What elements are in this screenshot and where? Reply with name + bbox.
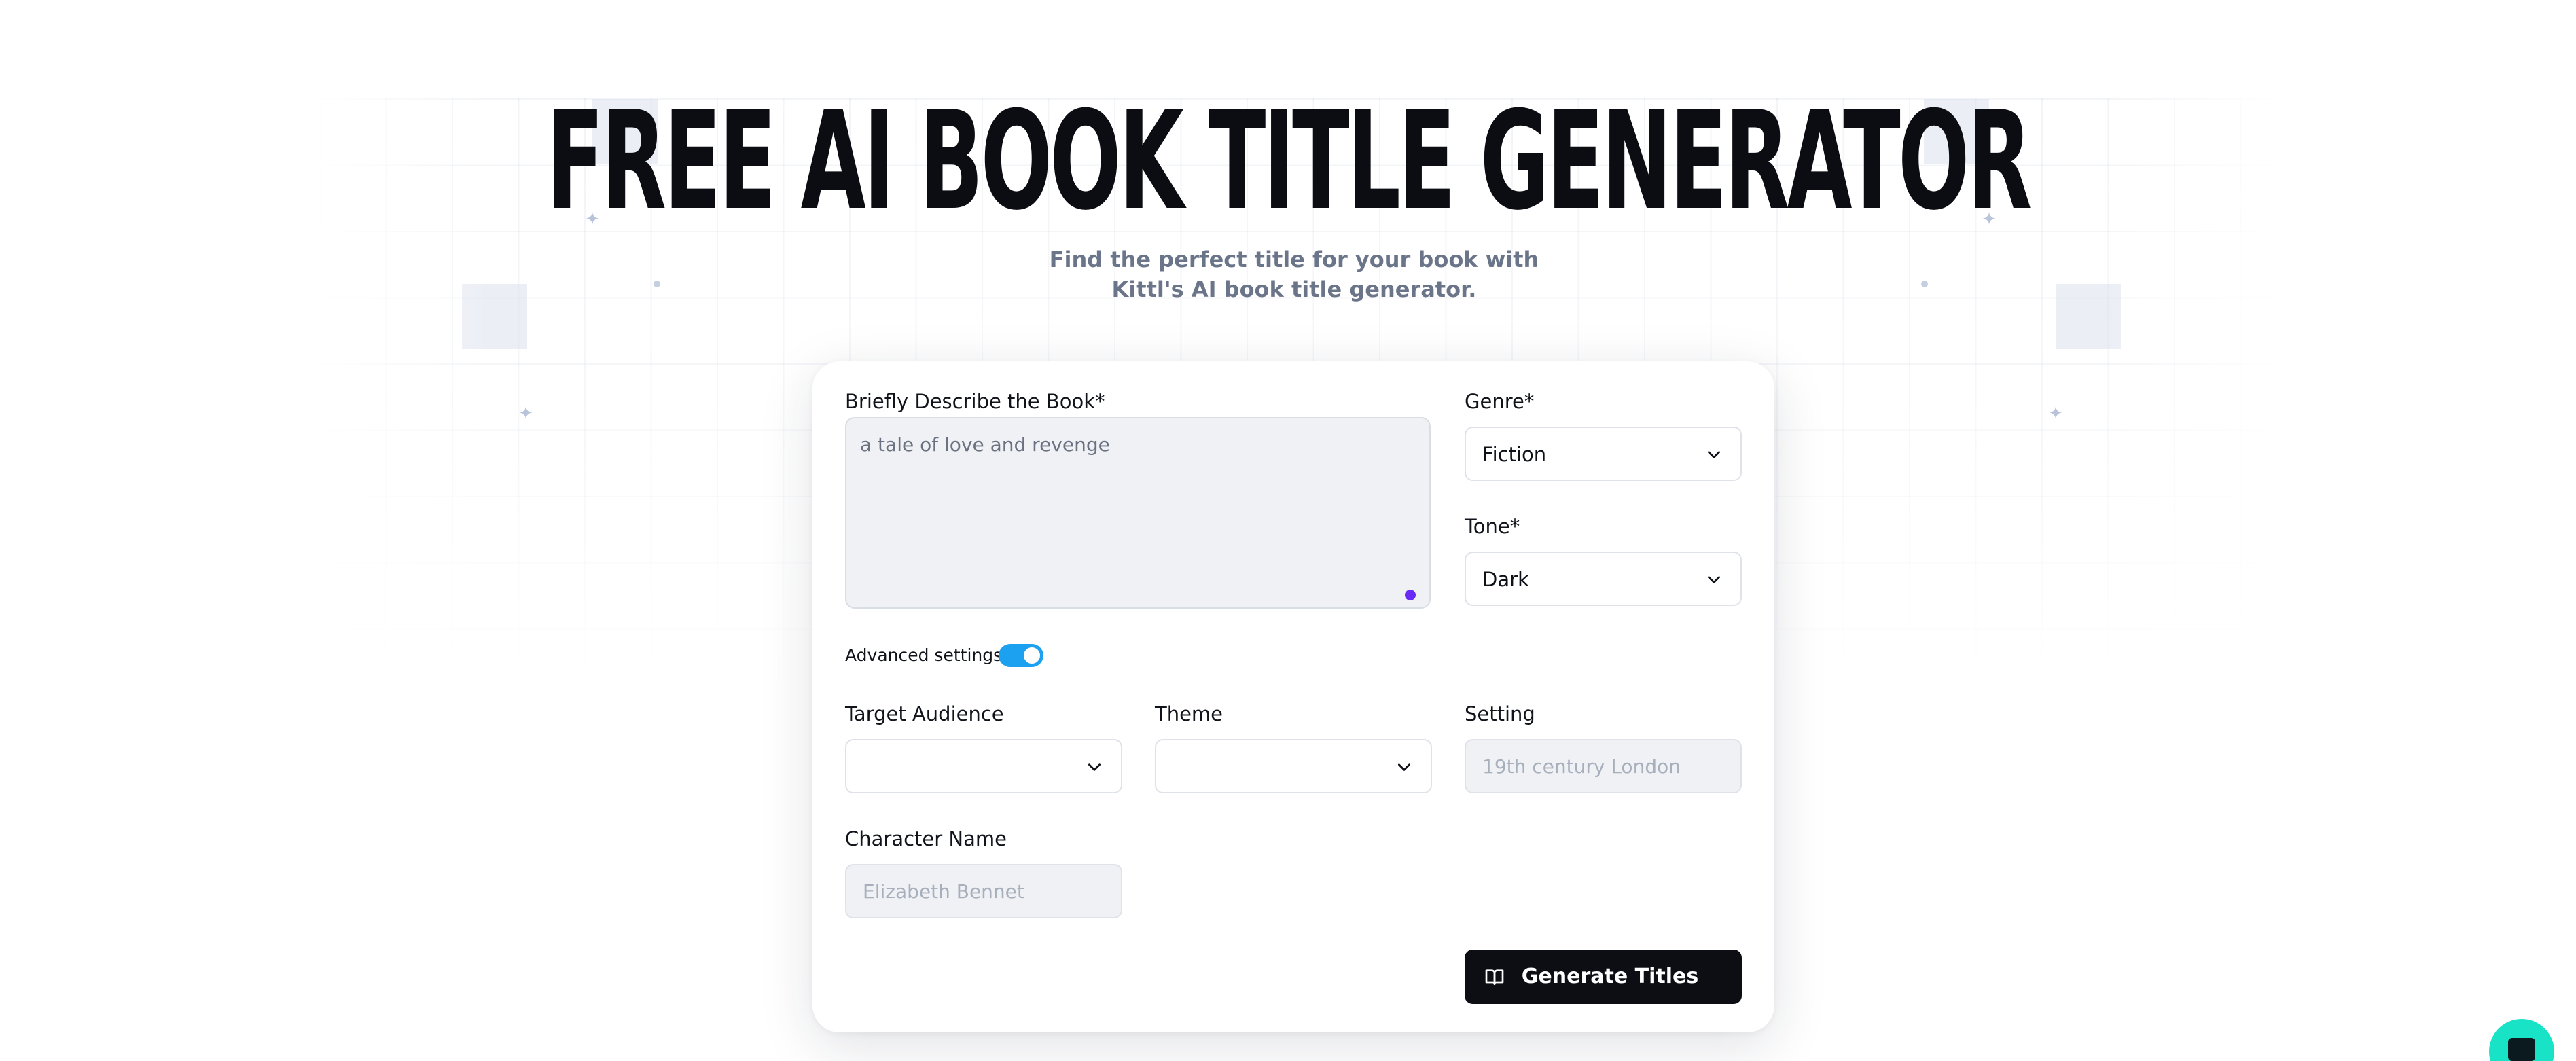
character-name-placeholder: Elizabeth Bennet bbox=[863, 880, 1024, 903]
setting-label: Setting bbox=[1465, 702, 1535, 725]
grid-fade-right bbox=[2106, 98, 2283, 683]
generate-titles-button[interactable]: Generate Titles bbox=[1465, 950, 1742, 1004]
setting-input[interactable]: 19th century London bbox=[1465, 739, 1742, 793]
grid-dot bbox=[654, 281, 660, 287]
description-label: Briefly Describe the Book* bbox=[845, 390, 1105, 413]
sparkle-icon: ✦ bbox=[518, 403, 533, 423]
genre-select[interactable]: Fiction bbox=[1465, 427, 1742, 481]
tone-value: Dark bbox=[1482, 568, 1529, 591]
genre-label: Genre* bbox=[1465, 390, 1535, 413]
tone-label: Tone* bbox=[1465, 515, 1520, 538]
target-audience-select[interactable] bbox=[845, 739, 1122, 793]
chat-widget-button[interactable] bbox=[2489, 1019, 2554, 1061]
page-title: FREE AI BOOK TITLE GENERATOR bbox=[546, 82, 2033, 240]
theme-label: Theme bbox=[1155, 702, 1223, 725]
page: ✦ ✦ ✦ ✦ FREE AI BOOK TITLE GENERATOR Fin… bbox=[0, 0, 2576, 1061]
target-audience-label: Target Audience bbox=[845, 702, 1004, 725]
advanced-settings-label: Advanced settings bbox=[845, 645, 1003, 665]
grid-fade-left bbox=[312, 98, 489, 683]
resize-handle-icon[interactable] bbox=[1405, 590, 1416, 600]
title-generator-form: Briefly Describe the Book* a tale of lov… bbox=[812, 361, 1774, 1032]
chevron-down-icon bbox=[1088, 763, 1101, 771]
character-name-input[interactable]: Elizabeth Bennet bbox=[845, 864, 1122, 918]
page-subtitle: Find the perfect title for your book wit… bbox=[951, 245, 1637, 304]
advanced-settings-toggle[interactable] bbox=[999, 644, 1043, 667]
sparkle-icon: ✦ bbox=[2048, 403, 2063, 423]
chevron-down-icon bbox=[1708, 451, 1720, 458]
theme-select[interactable] bbox=[1155, 739, 1432, 793]
toggle-knob bbox=[1024, 647, 1040, 664]
description-value: a tale of love and revenge bbox=[860, 433, 1110, 456]
subtitle-line-2: Kittl's AI book title generator. bbox=[1111, 276, 1477, 302]
chevron-down-icon bbox=[1708, 576, 1720, 583]
chat-icon bbox=[2508, 1038, 2535, 1061]
chevron-down-icon bbox=[1398, 763, 1410, 771]
generate-titles-label: Generate Titles bbox=[1521, 965, 1699, 988]
description-textarea[interactable]: a tale of love and revenge bbox=[845, 417, 1431, 609]
grid-dot bbox=[1921, 281, 1928, 287]
tone-select[interactable]: Dark bbox=[1465, 552, 1742, 606]
subtitle-line-1: Find the perfect title for your book wit… bbox=[1049, 247, 1539, 272]
setting-placeholder: 19th century London bbox=[1482, 755, 1681, 778]
character-name-label: Character Name bbox=[845, 827, 1007, 850]
genre-value: Fiction bbox=[1482, 443, 1547, 466]
